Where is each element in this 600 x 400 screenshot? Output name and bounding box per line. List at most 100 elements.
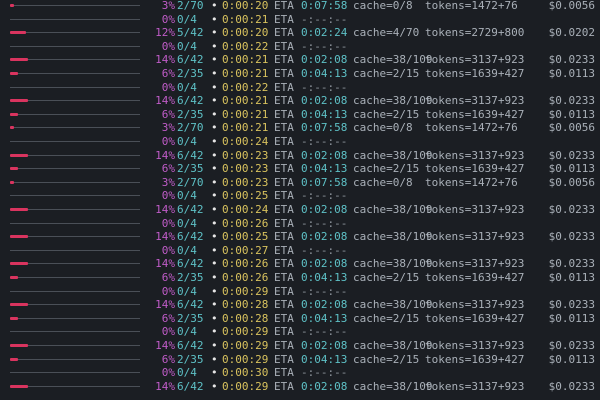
separator-dot: • [211,26,218,40]
progress-bar-track [10,126,140,130]
cache-stats: cache=38/109 [353,148,433,162]
progress-bar-track [10,153,140,157]
cache-stats: cache=4/70 [353,26,420,40]
eta-label: ETA [274,0,294,12]
progress-bar-fill [10,344,28,347]
separator-dot: • [211,298,218,312]
eta-label: ETA [274,243,294,257]
eta-time: 0:02:08 [301,148,348,162]
eta-label: ETA [274,379,294,393]
separator-dot: • [211,107,218,121]
eta-time: -:--:-- [301,80,348,94]
percent-label: 14% [155,94,175,108]
percent-label: 6% [161,271,175,284]
cost-value: $0.0233 [548,257,595,271]
separator-dot: • [211,257,218,271]
progress-bar-track [10,86,140,88]
cost-value: $0.0233 [548,230,595,244]
progress-bar-track [10,276,140,279]
eta-label: ETA [274,67,294,80]
progress-bar-track [10,344,140,347]
elapsed-time: 0:00:28 [222,298,269,312]
percent-label: 14% [155,148,175,162]
elapsed-time: 0:00:22 [222,80,269,94]
token-stats: tokens=1639+427 [425,67,525,80]
separator-dot: • [211,175,218,189]
percent-label: 3% [161,121,175,135]
eta-label: ETA [274,53,294,67]
percent-label: 14% [155,379,175,393]
eta-time: 0:02:24 [301,26,348,40]
progress-bar-fill [10,72,18,75]
percent-label: 6% [161,352,175,366]
eta-time: -:--:-- [301,284,348,298]
cache-stats: cache=2/15 [353,107,420,121]
cache-stats: cache=38/109 [353,94,433,108]
token-stats: tokens=3137+923 [425,53,525,67]
progress-bar-track [10,195,140,197]
percent-label: 0% [161,216,175,230]
elapsed-time: 0:00:23 [222,162,269,176]
progress-bar-fill [10,153,28,157]
token-stats: tokens=1472+76 [425,121,518,135]
cost-value: $0.0113 [548,162,595,176]
progress-bar-track [10,167,140,171]
elapsed-time: 0:00:20 [222,26,269,40]
separator-dot: • [211,148,218,162]
separator-dot: • [211,53,218,67]
progress-bar-track [10,18,140,20]
cost-value: $0.0113 [548,271,595,284]
cost-value: $0.0056 [548,0,595,12]
progress-bar-track [10,4,140,7]
elapsed-time: 0:00:29 [222,339,269,352]
separator-dot: • [211,379,218,393]
separator-dot: • [211,284,218,298]
eta-time: 0:02:08 [301,298,348,312]
eta-time: -:--:-- [301,216,348,230]
elapsed-time: 0:00:21 [222,107,269,121]
progress-bar-fill [10,235,28,239]
elapsed-time: 0:00:21 [222,53,269,67]
eta-time: 0:04:13 [301,67,348,80]
token-stats: tokens=1639+427 [425,162,525,176]
percent-label: 0% [161,325,175,339]
cost-value: $0.0233 [548,148,595,162]
eta-time: 0:02:08 [301,339,348,352]
eta-time: 0:04:13 [301,107,348,121]
eta-time: 0:02:08 [301,203,348,216]
token-stats: tokens=3137+923 [425,379,525,393]
elapsed-time: 0:00:23 [222,175,269,189]
percent-label: 0% [161,284,175,298]
elapsed-time: 0:00:21 [222,94,269,108]
separator-dot: • [211,325,218,339]
eta-time: -:--:-- [301,12,348,26]
progress-bar-fill [10,126,14,130]
cache-stats: cache=2/15 [353,352,420,366]
elapsed-time: 0:00:28 [222,311,269,325]
cost-value: $0.0113 [548,107,595,121]
progress-bar-fill [10,262,28,266]
cache-stats: cache=38/109 [353,53,433,67]
progress-bar-fill [10,4,14,7]
elapsed-time: 0:00:23 [222,148,269,162]
percent-label: 14% [155,257,175,271]
eta-time: -:--:-- [301,189,348,203]
eta-time: -:--:-- [301,325,348,339]
percent-label: 6% [161,107,175,121]
terminal-output: 3% 2/70 • 0:00:20 ETA 0:07:58 cache=0/8 tokens=… [0,0,600,400]
token-stats: tokens=3137+923 [425,203,525,216]
elapsed-time: 0:00:29 [222,284,269,298]
separator-dot: • [211,121,218,135]
percent-label: 3% [161,0,175,12]
token-stats: tokens=1472+76 [425,175,518,189]
eta-label: ETA [274,366,294,380]
cache-stats: cache=2/15 [353,271,420,284]
elapsed-time: 0:00:26 [222,257,269,271]
cache-stats: cache=0/8 [353,175,413,189]
eta-label: ETA [274,189,294,203]
cost-value: $0.0056 [548,175,595,189]
eta-label: ETA [274,352,294,366]
eta-label: ETA [274,80,294,94]
separator-dot: • [211,0,218,12]
progress-bar-fill [10,303,28,307]
